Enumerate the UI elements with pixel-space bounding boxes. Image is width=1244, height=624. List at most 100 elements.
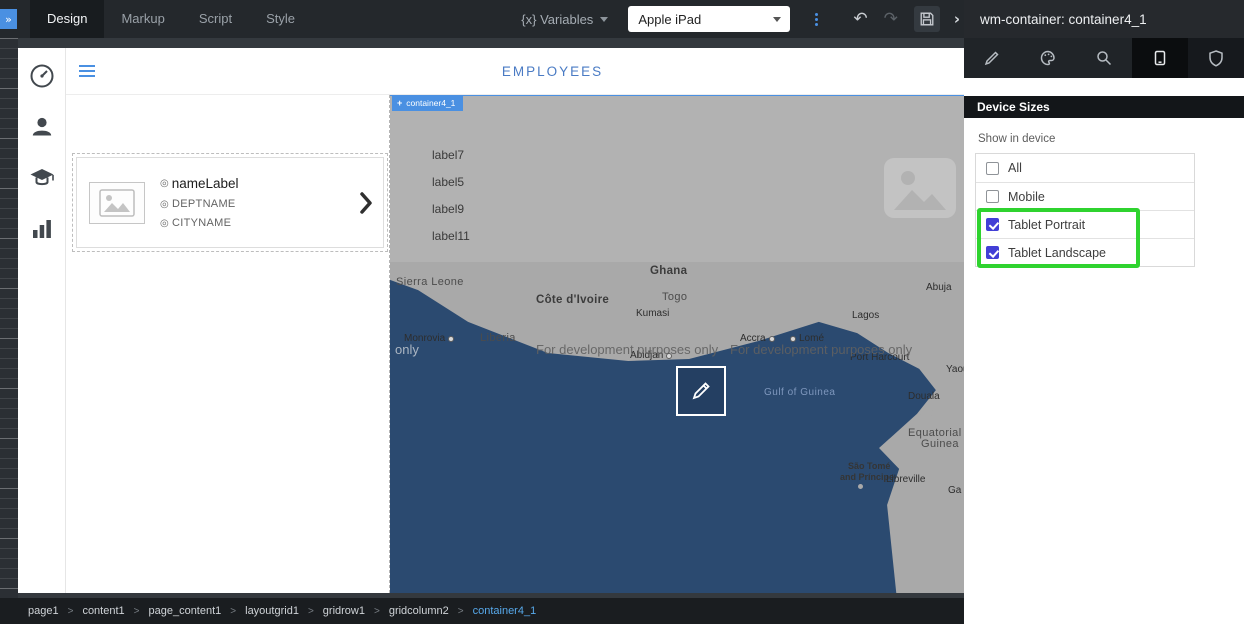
sidebar-expand-icon[interactable]: » — [0, 9, 17, 29]
page-header: EMPLOYEES — [66, 48, 964, 95]
device-row-label: All — [1008, 161, 1022, 175]
redo-icon[interactable]: ↷ — [884, 11, 898, 28]
inspector-tabs — [964, 38, 1244, 78]
map-watermark: For development purposes only — [536, 342, 718, 357]
map-label: Kumasi — [636, 308, 669, 319]
tab-markup[interactable]: Markup — [104, 0, 181, 38]
selected-container[interactable]: + container4_1 label7 label5 label9 labe… — [390, 95, 964, 262]
chevron-right-icon — [359, 191, 373, 215]
name-label[interactable]: nameLabel — [172, 176, 239, 191]
label-widget[interactable]: label7 — [432, 142, 470, 169]
map-label: São Tomé — [848, 461, 890, 471]
selected-widget-title: wm-container: container4_1 — [980, 12, 1147, 27]
show-in-device-label: Show in device — [978, 133, 1055, 145]
user-icon[interactable] — [29, 114, 55, 140]
widget-toolbar — [18, 48, 66, 593]
dept-label[interactable]: DEPTNAME — [172, 198, 236, 210]
map-label: Guinea — [921, 438, 959, 450]
device-row-tablet-portrait[interactable]: Tablet Portrait — [976, 210, 1194, 238]
map-widget[interactable]: Sierra Leone Côte d'Ivoire Ghana Togo Liberi… — [390, 262, 964, 593]
inspector-header: wm-container: container4_1 — [964, 0, 1244, 38]
device-select[interactable]: Apple iPad — [628, 6, 790, 32]
page-title: EMPLOYEES — [141, 64, 964, 79]
device-row-label: Tablet Landscape — [1008, 246, 1106, 260]
tab-script[interactable]: Script — [182, 0, 249, 38]
breadcrumb-separator: > — [134, 606, 140, 617]
city-label[interactable]: CITYNAME — [172, 217, 231, 229]
chevron-down-icon — [600, 17, 608, 22]
binding-icon: ◎ — [160, 199, 169, 210]
panel-tab-palette-icon[interactable] — [1020, 38, 1076, 78]
mode-tabs: Design Markup Script Style — [30, 0, 312, 38]
map-label: Ghana — [650, 265, 687, 277]
checkbox-mobile[interactable] — [986, 190, 999, 203]
map-watermark: For development purposes only — [730, 342, 912, 357]
checkbox-tablet-landscape[interactable] — [986, 246, 999, 259]
list-item-template[interactable]: ◎ nameLabel ◎ DEPTNAME ◎ CITYNAME — [76, 157, 384, 248]
tab-design[interactable]: Design — [30, 0, 104, 38]
panel-tab-search-icon[interactable] — [1076, 38, 1132, 78]
list-item-text: ◎ nameLabel ◎ DEPTNAME ◎ CITYNAME — [160, 176, 239, 229]
image-placeholder-icon — [89, 182, 145, 224]
save-icon[interactable] — [914, 6, 940, 32]
label-widget[interactable]: label11 — [432, 223, 470, 250]
container-labels: label7 label5 label9 label11 — [432, 142, 470, 250]
breadcrumb-separator: > — [374, 606, 380, 617]
binding-icon: ◎ — [160, 218, 169, 229]
breadcrumb-item[interactable]: gridcolumn2 — [389, 605, 449, 617]
label-widget[interactable]: label9 — [432, 196, 470, 223]
panel-tab-device-icon[interactable] — [1132, 38, 1188, 78]
map-label: Ga — [948, 485, 961, 496]
device-row-mobile[interactable]: Mobile — [976, 182, 1194, 210]
binding-icon: ◎ — [160, 178, 169, 189]
menu-icon[interactable] — [79, 65, 95, 77]
tab-style[interactable]: Style — [249, 0, 312, 38]
checkbox-tablet-portrait[interactable] — [986, 218, 999, 231]
breadcrumb-separator: > — [230, 606, 236, 617]
undo-icon[interactable]: ↶ — [853, 11, 867, 28]
city-marker-icon — [790, 336, 796, 342]
map-label: Abuja — [926, 282, 952, 293]
breadcrumb-item[interactable]: container4_1 — [473, 605, 537, 617]
map-label: Libreville — [886, 474, 925, 485]
breadcrumb-separator: > — [458, 606, 464, 617]
map-label: Sierra Leone — [396, 276, 464, 288]
breadcrumb-item[interactable]: content1 — [82, 605, 124, 617]
properties-panel: wm-container: container4_1 Device Sizes … — [964, 0, 1244, 624]
map-edit-button[interactable] — [676, 366, 726, 416]
map-label: Gulf of Guinea — [764, 387, 835, 398]
dashboard-gauge-icon[interactable] — [29, 63, 55, 89]
breadcrumb-item[interactable]: page1 — [28, 605, 59, 617]
variables-label: {x} Variables — [521, 12, 593, 27]
breadcrumb-item[interactable]: layoutgrid1 — [245, 605, 299, 617]
panel-tab-pencil-icon[interactable] — [964, 38, 1020, 78]
map-label: Lagos — [852, 310, 879, 321]
city-marker-icon — [769, 336, 775, 342]
map-label: Douala — [908, 391, 940, 402]
map-label: Côte d'Ivoire — [536, 294, 609, 306]
panel-tab-shield-icon[interactable] — [1188, 38, 1244, 78]
map-label: Liberia — [480, 332, 516, 344]
map-island — [858, 484, 863, 489]
breadcrumb-separator: > — [308, 606, 314, 617]
device-row-tablet-landscape[interactable]: Tablet Landscape — [976, 238, 1194, 266]
breadcrumb-item[interactable]: page_content1 — [148, 605, 221, 617]
breadcrumb-separator: > — [68, 606, 74, 617]
label-widget[interactable]: label5 — [432, 169, 470, 196]
widget-selection-outline: ◎ nameLabel ◎ DEPTNAME ◎ CITYNAME — [72, 153, 388, 252]
checkbox-all[interactable] — [986, 162, 999, 175]
bar-chart-icon[interactable] — [29, 216, 55, 242]
panel-collapse-icon[interactable]: › — [954, 10, 960, 28]
map-label: Togo — [662, 291, 687, 303]
device-row-all[interactable]: All — [976, 154, 1194, 182]
education-cap-icon[interactable] — [29, 165, 55, 191]
design-canvas: EMPLOYEES ◎ nameLabel ◎ — [66, 48, 964, 593]
breadcrumb-item[interactable]: gridrow1 — [323, 605, 365, 617]
more-menu-icon[interactable] — [810, 9, 823, 30]
selection-tag-label: container4_1 — [406, 98, 455, 108]
variables-menu[interactable]: {x} Variables — [521, 12, 608, 27]
drag-handle-icon: + — [397, 99, 402, 108]
section-title-device-sizes: Device Sizes — [964, 96, 1244, 118]
selection-tag[interactable]: + container4_1 — [392, 96, 463, 111]
device-row-label: Tablet Portrait — [1008, 218, 1085, 232]
